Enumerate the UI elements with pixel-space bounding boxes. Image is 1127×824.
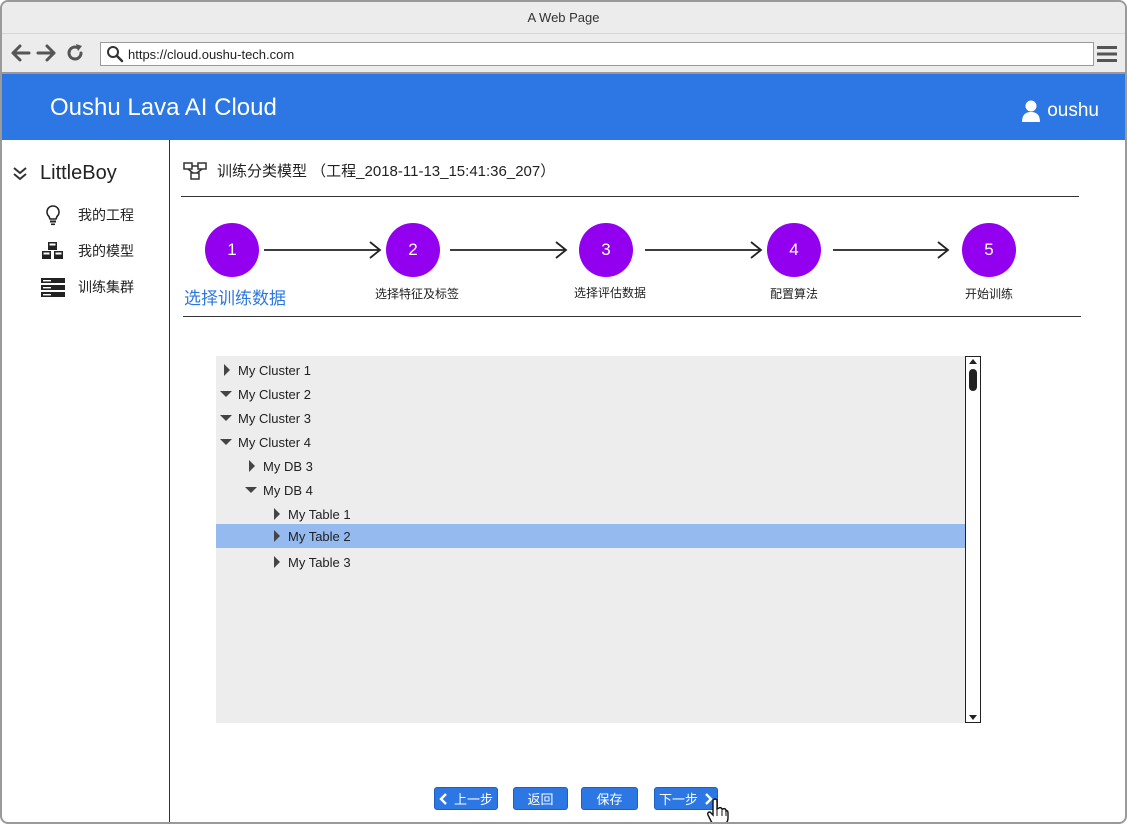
sidebar-item-my-projects[interactable]: 我的工程 [40, 204, 134, 226]
save-button[interactable]: 保存 [581, 787, 638, 810]
app-title: Oushu Lava AI Cloud [50, 94, 277, 121]
step-1-label: 选择训练数据 [184, 289, 286, 308]
server-icon [40, 276, 66, 298]
step-2-circle[interactable]: 2 [386, 223, 440, 277]
button-label: 上一步 [453, 792, 493, 807]
caret-right-icon[interactable] [272, 508, 282, 520]
scrollbar-thumb[interactable] [969, 369, 977, 391]
step-3-circle[interactable]: 3 [579, 223, 633, 277]
window-title: A Web Page [527, 10, 600, 25]
tree-node-label: My Cluster 4 [238, 434, 311, 450]
caret-down-icon[interactable] [220, 437, 232, 447]
step-2-label: 选择特征及标签 [375, 287, 460, 301]
button-label: 保存 [596, 792, 623, 807]
chevron-left-icon [439, 792, 447, 805]
caret-down-icon[interactable] [245, 485, 257, 495]
tree-node-label: My Cluster 3 [238, 410, 311, 426]
step-5-circle[interactable]: 5 [962, 223, 1016, 277]
caret-right-icon[interactable] [272, 556, 282, 568]
back-arrow-icon[interactable] [10, 42, 32, 64]
button-label: 返回 [527, 792, 554, 807]
username: oushu [1047, 100, 1099, 121]
button-label: 下一步 [658, 792, 698, 807]
sidebar-item-label: 训练集群 [78, 279, 134, 295]
user-menu[interactable]: oushu [1021, 100, 1099, 122]
page-title: 训练分类模型 （工程_2018-11-13_15:41:36_207） [183, 160, 555, 181]
user-icon [1022, 100, 1041, 122]
page-title-text: 训练分类模型 （工程_2018-11-13_15:41:36_207） [217, 163, 556, 180]
caret-down-icon[interactable] [220, 389, 232, 399]
forward-arrow-icon[interactable] [35, 42, 57, 64]
app-header: Oushu Lava AI Cloud oushu [2, 74, 1125, 140]
tree-node-table-1[interactable]: My Table 1 [216, 502, 965, 526]
stepper-divider [183, 316, 1081, 317]
reload-icon[interactable] [64, 42, 86, 64]
tree-node-cluster-2[interactable]: My Cluster 2 [216, 382, 965, 406]
tree-node-cluster-4[interactable]: My Cluster 4 [216, 430, 965, 454]
sidebar-header[interactable]: LittleBoy [12, 162, 117, 185]
scroll-up-arrow-icon[interactable] [969, 359, 977, 364]
search-icon [107, 46, 124, 63]
tree-node-label: My Table 2 [288, 528, 351, 544]
tree-node-label: My Cluster 2 [238, 386, 311, 402]
tree-scrollbar[interactable] [965, 356, 981, 723]
sidebar: LittleBoy 我的工程 我的模型 训练集群 [2, 140, 170, 822]
url-text: https://cloud.oushu-tech.com [128, 46, 295, 62]
scroll-down-arrow-icon[interactable] [969, 715, 977, 720]
previous-step-button[interactable]: 上一步 [434, 787, 498, 810]
step-4-label: 配置算法 [770, 287, 819, 301]
tree-node-cluster-1[interactable]: My Cluster 1 [216, 358, 965, 382]
tree-node-label: My Cluster 1 [238, 362, 311, 378]
data-source-tree: My Cluster 1 My Cluster 2 My Cluster 3 M… [216, 356, 965, 723]
caret-right-icon[interactable] [222, 364, 232, 376]
hand-cursor-icon [707, 798, 729, 822]
sidebar-item-label: 我的模型 [78, 243, 134, 259]
back-button[interactable]: 返回 [513, 787, 568, 810]
cubes-icon [40, 240, 66, 262]
tree-node-label: My DB 4 [263, 482, 313, 498]
step-5-label: 开始训练 [965, 287, 1014, 301]
caret-right-icon[interactable] [272, 530, 282, 542]
title-divider [181, 196, 1079, 197]
caret-right-icon[interactable] [247, 460, 257, 472]
tree-node-label: My DB 3 [263, 458, 313, 474]
step-3-label: 选择评估数据 [574, 286, 647, 300]
sidebar-item-label: 我的工程 [78, 207, 134, 223]
tree-node-cluster-3[interactable]: My Cluster 3 [216, 406, 965, 430]
tree-node-label: My Table 1 [288, 506, 351, 522]
sidebar-item-training-cluster[interactable]: 训练集群 [40, 276, 134, 298]
address-bar[interactable]: https://cloud.oushu-tech.com [100, 42, 1094, 66]
browser-toolbar: https://cloud.oushu-tech.com [2, 34, 1125, 74]
lightbulb-icon [40, 204, 66, 226]
tree-node-table-2[interactable]: My Table 2 [216, 524, 965, 548]
tree-node-db-4[interactable]: My DB 4 [216, 478, 965, 502]
network-model-icon [183, 161, 207, 180]
tree-node-table-3[interactable]: My Table 3 [216, 550, 965, 574]
browser-window: A Web Page https://cloud.oushu-tech.com … [0, 0, 1127, 824]
tree-node-label: My Table 3 [288, 554, 351, 570]
step-1-circle[interactable]: 1 [205, 223, 259, 277]
hamburger-menu-icon[interactable] [1097, 45, 1117, 63]
sidebar-title: LittleBoy [40, 162, 117, 184]
browser-titlebar: A Web Page [2, 2, 1125, 34]
caret-down-icon[interactable] [220, 413, 232, 423]
sidebar-item-my-models[interactable]: 我的模型 [40, 240, 134, 262]
step-4-circle[interactable]: 4 [767, 223, 821, 277]
chevron-double-down-icon [13, 166, 27, 180]
tree-node-db-3[interactable]: My DB 3 [216, 454, 965, 478]
